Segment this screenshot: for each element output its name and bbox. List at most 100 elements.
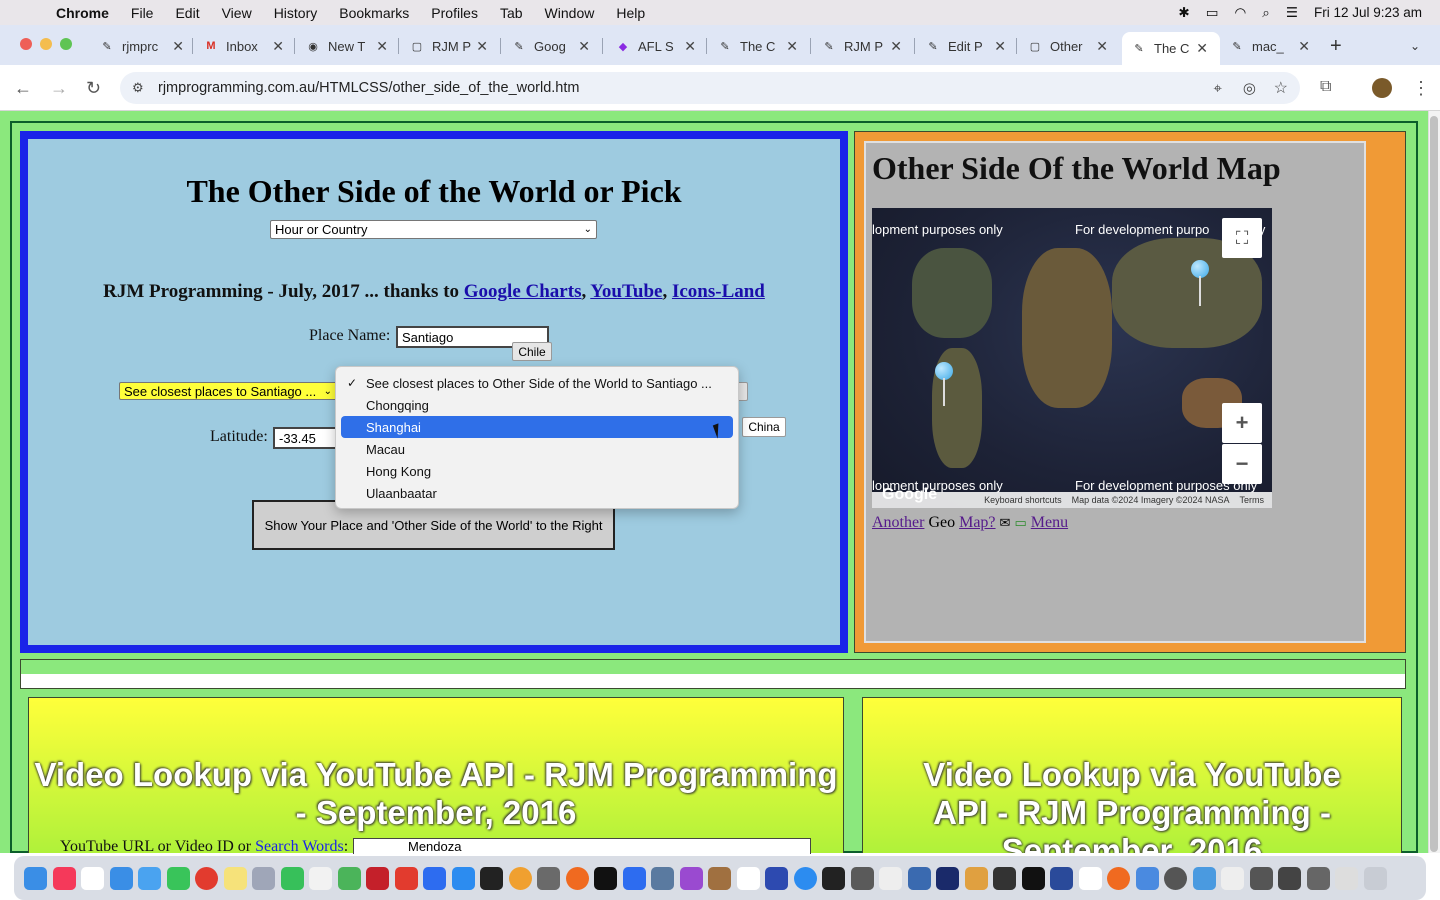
safari-icon[interactable] xyxy=(109,866,133,890)
close-icon[interactable]: ✕ xyxy=(172,38,184,55)
latitude-input[interactable]: -33.45 xyxy=(273,427,337,449)
close-icon[interactable]: ✕ xyxy=(1196,40,1208,57)
trash-icon[interactable] xyxy=(1363,866,1387,890)
china-button[interactable]: China xyxy=(742,417,786,437)
url-text[interactable]: rjmprogramming.com.au/HTMLCSS/other_side… xyxy=(158,80,579,96)
filezilla-icon[interactable] xyxy=(366,866,389,890)
menu-file[interactable]: File xyxy=(131,5,154,21)
display-icon[interactable] xyxy=(1306,866,1330,890)
opera-icon[interactable] xyxy=(195,866,218,890)
dropdown-option[interactable]: Ulaanbaatar xyxy=(341,482,733,504)
reminders-icon[interactable] xyxy=(81,866,104,890)
menu-profiles[interactable]: Profiles xyxy=(431,5,478,21)
menu-help[interactable]: Help xyxy=(616,5,645,21)
finder-icon[interactable] xyxy=(24,866,47,890)
zoom-in-icon[interactable]: + xyxy=(1222,403,1262,443)
wifi-icon[interactable]: ◠ xyxy=(1235,5,1247,21)
chrome-dock-icon[interactable] xyxy=(793,866,817,890)
inkscape-icon[interactable] xyxy=(993,866,1016,890)
google-charts-link[interactable]: Google Charts xyxy=(464,281,582,302)
news-icon[interactable] xyxy=(394,866,418,890)
scrollbar-thumb[interactable] xyxy=(1430,116,1438,852)
bridge-icon[interactable] xyxy=(936,866,959,890)
close-icon[interactable]: ✕ xyxy=(1096,38,1108,55)
maps-icon[interactable] xyxy=(337,866,361,890)
tab-10[interactable]: ▢ Other ✕ xyxy=(1028,32,1108,60)
screen-icon[interactable] xyxy=(1249,866,1273,890)
mail-stack-icon[interactable] xyxy=(1335,866,1358,890)
location-icon[interactable]: ⌖ xyxy=(1214,80,1222,97)
window-icon[interactable] xyxy=(1221,866,1244,890)
menu-view[interactable]: View xyxy=(222,5,252,21)
close-icon[interactable]: ✕ xyxy=(684,38,696,55)
tab-9[interactable]: ✎ Edit P ✕ xyxy=(926,32,1006,60)
launchpad-icon[interactable] xyxy=(252,866,275,890)
folder-icon[interactable] xyxy=(1192,866,1216,890)
battery-icon[interactable]: ▭ xyxy=(1206,5,1219,21)
reload-icon[interactable]: ↻ xyxy=(86,78,101,99)
extensions-icon[interactable]: ⧉ xyxy=(1320,78,1331,96)
firefox-icon[interactable] xyxy=(565,866,589,890)
minimize-window-icon[interactable] xyxy=(40,38,52,50)
menu-edit[interactable]: Edit xyxy=(175,5,199,21)
zoom-window-icon[interactable] xyxy=(60,38,72,50)
menu-tab[interactable]: Tab xyxy=(500,5,523,21)
menu-app-name[interactable]: Chrome xyxy=(56,5,109,21)
tab-11-active[interactable]: ✎ The C ✕ xyxy=(1122,32,1220,65)
close-icon[interactable]: ✕ xyxy=(1298,38,1310,55)
terms-link[interactable]: Terms xyxy=(1240,495,1265,505)
calendar-icon[interactable] xyxy=(736,866,760,890)
keyboard-shortcuts-link[interactable]: Keyboard shortcuts xyxy=(984,495,1062,505)
messages-icon[interactable] xyxy=(166,866,190,890)
dropdown-option[interactable]: Chongqing xyxy=(341,394,733,416)
dropdown-option[interactable]: Hong Kong xyxy=(341,460,733,482)
screenshot-icon[interactable] xyxy=(1278,866,1301,890)
close-icon[interactable]: ✕ xyxy=(476,38,488,55)
site-info-icon[interactable]: ⚙ xyxy=(132,80,144,96)
close-icon[interactable]: ✕ xyxy=(376,38,388,55)
another-link[interactable]: Another xyxy=(872,514,924,531)
system-info-icon[interactable] xyxy=(651,866,674,890)
close-icon[interactable]: ✕ xyxy=(994,38,1006,55)
vector-icon[interactable] xyxy=(1050,866,1073,890)
elephant-icon[interactable] xyxy=(1078,866,1102,890)
computer-icon[interactable]: ▭ xyxy=(1014,515,1026,530)
search-icon[interactable]: ⌕ xyxy=(1262,5,1270,21)
dropdown-option[interactable]: ✓ See closest places to Other Side of the… xyxy=(341,372,733,394)
terminal-icon[interactable] xyxy=(480,866,503,890)
network-icon[interactable] xyxy=(907,866,931,890)
avatar[interactable] xyxy=(1372,78,1392,98)
back-icon[interactable]: ← xyxy=(14,78,32,99)
app-store-icon[interactable] xyxy=(451,866,475,890)
eye-slash-icon[interactable]: ◎ xyxy=(1243,79,1256,97)
tab-8[interactable]: ✎ RJM P ✕ xyxy=(822,32,902,60)
dropdown-option-highlighted[interactable]: Shanghai xyxy=(341,416,733,438)
xcode-icon[interactable] xyxy=(622,866,646,890)
tab-1[interactable]: ✎ rjmprc ✕ xyxy=(100,32,184,60)
tab-2[interactable]: M Inbox ✕ xyxy=(204,32,284,60)
close-icon[interactable]: ✕ xyxy=(578,38,590,55)
menu-link[interactable]: Menu xyxy=(1031,514,1068,531)
menu-window[interactable]: Window xyxy=(545,5,595,21)
bluetooth-icon[interactable]: ✱ xyxy=(1178,5,1189,21)
google-map[interactable]: lopment purposes only For development pu… xyxy=(872,208,1272,508)
fullscreen-icon[interactable]: ⛶ xyxy=(1222,218,1262,258)
zoom-out-icon[interactable]: − xyxy=(1222,444,1262,484)
textedit-icon[interactable] xyxy=(309,866,332,890)
preview-icon[interactable] xyxy=(537,866,560,890)
youtube-search-input[interactable]: Mendoza xyxy=(353,838,811,854)
youtube-link[interactable]: YouTube xyxy=(590,281,662,302)
new-tab-icon[interactable]: + xyxy=(1330,32,1350,60)
console-icon[interactable] xyxy=(1021,866,1045,890)
podcasts-icon[interactable] xyxy=(679,866,703,890)
notes-icon[interactable] xyxy=(223,866,247,890)
tab-7[interactable]: ✎ The C ✕ xyxy=(718,32,798,60)
closest-places-select[interactable]: See closest places to Santiago ... ⌄ xyxy=(119,382,337,400)
activity-icon[interactable] xyxy=(1164,866,1187,890)
tab-5[interactable]: ✎ Goog ✕ xyxy=(512,32,590,60)
email-icon[interactable]: ✉ xyxy=(1000,515,1011,530)
control-center-icon[interactable]: ☰ xyxy=(1286,5,1298,21)
kebab-menu-icon[interactable]: ⋮ xyxy=(1412,78,1430,99)
zoom-icon[interactable] xyxy=(423,866,446,890)
tab-search-icon[interactable]: ⌄ xyxy=(1410,32,1430,60)
